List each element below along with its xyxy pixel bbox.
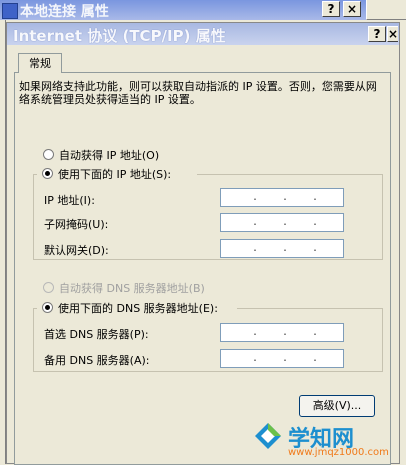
auto-ip-radio[interactable] <box>43 149 54 160</box>
background-window-title: 本地连接 属性 <box>20 4 109 20</box>
preferred-dns-label: 首选 DNS 服务器(P): <box>44 328 149 341</box>
dialog-close-button[interactable]: × <box>387 26 398 42</box>
subnet-mask-field[interactable]: ... <box>220 213 344 232</box>
preferred-dns-field[interactable]: ... <box>220 323 344 342</box>
subnet-mask-label: 子网掩码(U): <box>44 218 109 231</box>
background-window-edge <box>366 0 406 20</box>
default-gateway-field[interactable]: ... <box>220 239 344 258</box>
alternate-dns-label: 备用 DNS 服务器(A): <box>44 354 150 367</box>
background-help-button[interactable]: ? <box>322 1 340 17</box>
description-text: 如果网络支持此功能，则可以获取自动指派的 IP 设置。否则，您需要从网络系统管理… <box>19 80 377 106</box>
manual-dns-radio[interactable] <box>42 302 53 313</box>
default-gateway-label: 默认网关(D): <box>44 244 109 257</box>
background-close-button[interactable]: × <box>343 1 361 17</box>
advanced-button[interactable]: 高级(V)... <box>299 395 375 417</box>
dialog-title: Internet 协议 (TCP/IP) 属性 <box>13 27 226 45</box>
ip-address-field[interactable]: ... <box>220 188 344 207</box>
watermark-logo-icon <box>255 423 281 449</box>
auto-dns-radio[interactable] <box>43 282 54 293</box>
auto-ip-label[interactable]: 自动获得 IP 地址(O) <box>59 147 159 163</box>
auto-dns-label[interactable]: 自动获得 DNS 服务器地址(B) <box>59 280 205 296</box>
tcpip-properties-dialog: Internet 协议 (TCP/IP) 属性 ? × 常规 如果网络支持此功能… <box>6 22 400 465</box>
manual-ip-label[interactable]: 使用下面的 IP 地址(S): <box>58 166 171 182</box>
alternate-dns-field[interactable]: ... <box>220 349 344 368</box>
dialog-help-button[interactable]: ? <box>368 26 386 42</box>
network-connection-icon <box>2 3 18 19</box>
manual-dns-label[interactable]: 使用下面的 DNS 服务器地址(E): <box>58 300 218 316</box>
tab-general[interactable]: 常规 <box>18 53 62 73</box>
ip-address-label: IP 地址(I): <box>44 194 95 207</box>
manual-ip-radio[interactable] <box>42 168 53 179</box>
watermark-url: www.jmqz1000.com <box>288 447 389 458</box>
